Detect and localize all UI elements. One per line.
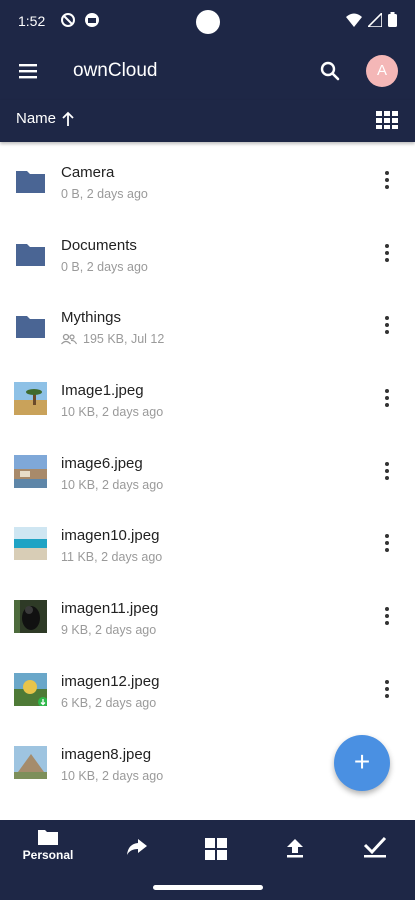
file-name: Camera xyxy=(61,164,115,181)
nav-spaces[interactable] xyxy=(186,838,246,860)
battery-icon xyxy=(388,12,397,27)
app-notification-icon xyxy=(84,12,100,28)
image-thumbnail xyxy=(14,454,47,488)
menu-icon[interactable] xyxy=(16,59,40,83)
nav-personal-label: Personal xyxy=(22,848,74,862)
app-toolbar: ownCloud A xyxy=(0,42,415,100)
shared-people-icon xyxy=(61,333,77,345)
dnd-icon xyxy=(60,12,76,28)
upload-icon xyxy=(265,838,325,858)
sort-bar: Name xyxy=(0,100,415,142)
more-options-icon[interactable] xyxy=(378,170,396,190)
list-item[interactable]: Documents 0 B, 2 days ago xyxy=(0,217,415,290)
status-bar: 1:52 xyxy=(0,0,415,42)
file-meta: 6 KB, 2 days ago xyxy=(61,695,157,710)
file-list: Camera 0 B, 2 days ago Documents 0 B, 2 … xyxy=(0,144,415,798)
list-item[interactable]: imagen11.jpeg 9 KB, 2 days ago xyxy=(0,580,415,653)
file-meta: 10 KB, 2 days ago xyxy=(61,768,164,783)
file-meta: 9 KB, 2 days ago xyxy=(61,623,157,638)
list-item[interactable]: Camera 0 B, 2 days ago xyxy=(0,144,415,217)
sort-button[interactable]: Name xyxy=(16,110,75,127)
nav-shared[interactable] xyxy=(107,838,167,856)
file-meta: 10 KB, 2 days ago xyxy=(61,405,164,420)
file-meta: 11 KB, 2 days ago xyxy=(61,550,163,565)
add-fab-button[interactable]: + xyxy=(334,735,390,791)
file-name: imagen12.jpeg xyxy=(61,672,160,690)
signal-icon xyxy=(368,12,382,27)
avatar[interactable]: A xyxy=(366,55,398,87)
folder-icon xyxy=(14,309,47,342)
more-options-icon[interactable] xyxy=(378,461,396,481)
search-icon[interactable] xyxy=(318,59,342,83)
file-name: Image1.jpeg xyxy=(61,382,144,400)
plus-icon: + xyxy=(353,746,371,777)
more-options-icon[interactable] xyxy=(378,243,396,263)
app-title: ownCloud xyxy=(73,60,158,81)
list-item[interactable]: Mythings 195 KB, Jul 12 xyxy=(0,289,415,362)
list-item[interactable]: Image1.jpeg 10 KB, 2 days ago xyxy=(0,362,415,435)
arrow-up-icon xyxy=(61,111,75,127)
more-options-icon[interactable] xyxy=(378,388,396,408)
home-indicator[interactable] xyxy=(153,885,263,890)
camera-cutout xyxy=(196,10,220,34)
file-name: imagen10.jpeg xyxy=(61,527,160,545)
more-options-icon[interactable] xyxy=(378,606,396,626)
folder-icon xyxy=(14,237,47,270)
list-item[interactable]: imagen12.jpeg 6 KB, 2 days ago xyxy=(0,653,415,726)
image-thumbnail xyxy=(14,382,47,416)
bottom-navigation: Personal xyxy=(0,820,415,876)
checkmark-icon xyxy=(345,836,405,858)
file-name: imagen8.jpeg xyxy=(61,745,152,763)
spaces-grid-icon xyxy=(186,838,246,860)
file-name: imagen11.jpeg xyxy=(61,600,159,618)
list-item[interactable]: image6.jpeg 10 KB, 2 days ago xyxy=(0,435,415,508)
image-thumbnail xyxy=(14,745,47,779)
share-arrow-icon xyxy=(107,838,167,856)
file-name: Documents xyxy=(61,236,137,254)
folder-icon xyxy=(18,828,78,846)
wifi-icon xyxy=(346,13,362,27)
image-thumbnail xyxy=(14,527,47,561)
grid-view-icon[interactable] xyxy=(376,110,398,130)
file-name: Mythings xyxy=(61,309,122,327)
nav-uploads[interactable] xyxy=(265,838,325,858)
file-name: image6.jpeg xyxy=(61,454,143,472)
file-meta: 0 B, 2 days ago xyxy=(61,187,148,201)
gesture-bar xyxy=(0,876,415,900)
list-item[interactable]: imagen10.jpeg 11 KB, 2 days ago xyxy=(0,507,415,580)
more-options-icon[interactable] xyxy=(378,533,396,553)
image-thumbnail xyxy=(14,600,47,634)
nav-personal[interactable]: Personal xyxy=(18,828,78,862)
folder-icon xyxy=(14,164,47,197)
image-thumbnail xyxy=(14,672,47,706)
status-time: 1:52 xyxy=(18,13,46,29)
nav-available-offline[interactable] xyxy=(345,836,405,858)
sort-label: Name xyxy=(16,110,57,127)
file-meta: 0 B, 2 days ago xyxy=(61,259,148,274)
file-meta: 10 KB, 2 days ago xyxy=(61,477,164,492)
file-meta: 195 KB, Jul 12 xyxy=(83,332,165,347)
more-options-icon[interactable] xyxy=(378,679,396,699)
more-options-icon[interactable] xyxy=(378,315,396,335)
